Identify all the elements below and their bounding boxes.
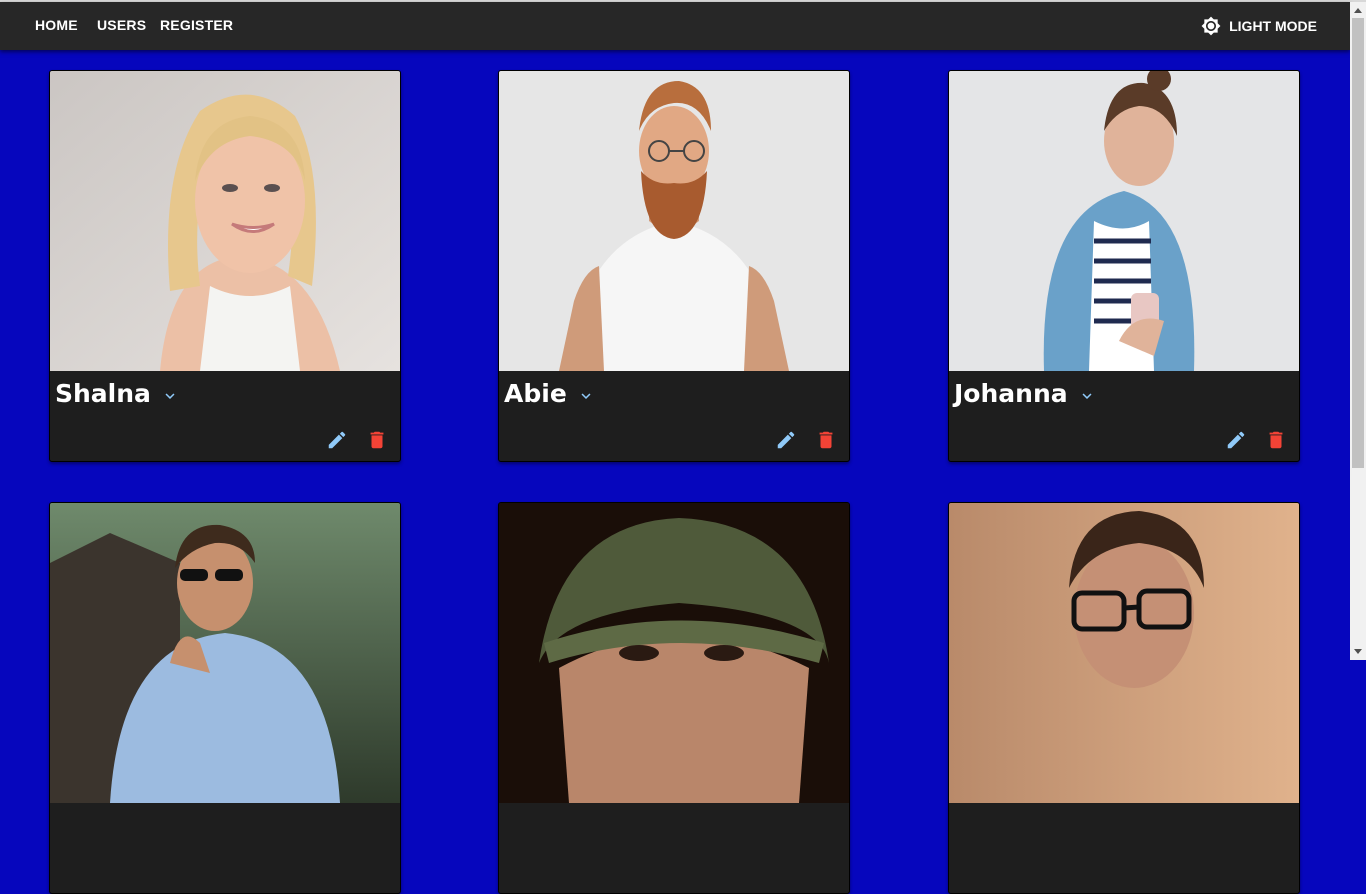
user-photo [50,71,400,371]
trash-icon[interactable] [1265,429,1287,451]
chevron-down-icon[interactable] [1078,387,1096,405]
nav-register-link[interactable]: REGISTER [160,17,233,33]
user-name: Abie [504,379,567,408]
pencil-icon[interactable] [1225,429,1247,451]
user-card [49,502,401,894]
pencil-icon[interactable] [326,429,348,451]
user-photo [949,503,1299,803]
scroll-up-arrow-icon[interactable] [1350,2,1366,18]
scroll-down-arrow-icon[interactable] [1350,644,1366,660]
user-photo [499,503,849,803]
user-card: Abie [498,70,850,462]
user-name: Shalna [55,379,151,408]
user-card [498,502,850,894]
top-navbar: HOME USERS REGISTER LIGHT MODE [0,2,1350,50]
page-scrollbar[interactable] [1350,2,1366,660]
user-card: Shalna [49,70,401,462]
scrollbar-thumb[interactable] [1352,18,1364,468]
user-name: Johanna [954,379,1068,408]
pencil-icon[interactable] [775,429,797,451]
user-photo [949,71,1299,371]
chevron-down-icon[interactable] [577,387,595,405]
user-card: Johanna [948,70,1300,462]
chevron-down-icon[interactable] [161,387,179,405]
nav-users-link[interactable]: USERS [97,17,146,33]
nav-home-link[interactable]: HOME [35,17,78,33]
brightness-icon [1201,16,1221,36]
theme-toggle-label: LIGHT MODE [1229,18,1317,34]
trash-icon[interactable] [815,429,837,451]
trash-icon[interactable] [366,429,388,451]
user-card [948,502,1300,894]
user-photo [50,503,400,803]
theme-toggle-button[interactable]: LIGHT MODE [1201,16,1317,36]
user-photo [499,71,849,371]
